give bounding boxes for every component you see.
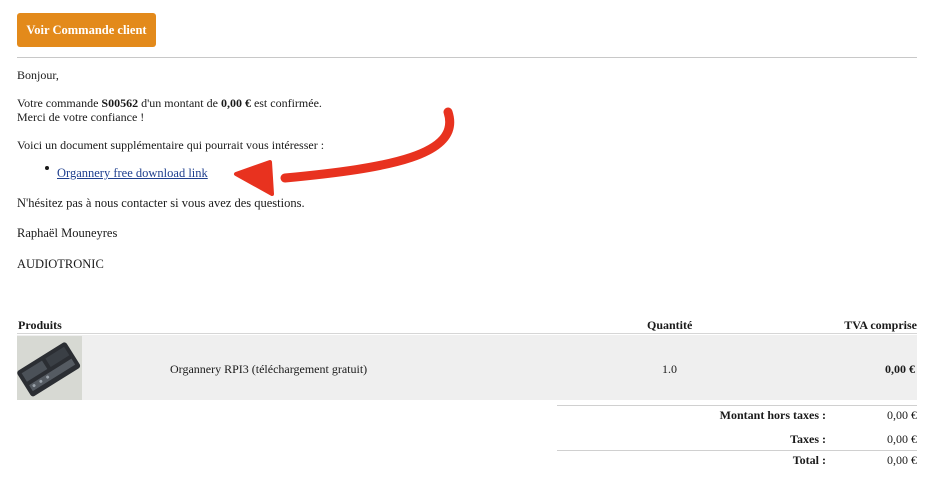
download-link[interactable]: Organnery free download link (57, 166, 208, 181)
product-name: Organnery RPI3 (téléchargement gratuit) (170, 362, 368, 376)
view-order-button[interactable]: Voir Commande client (17, 13, 156, 47)
totals-divider (557, 405, 917, 406)
device-thumbnail-icon (17, 336, 82, 400)
table-row: Organnery RPI3 (téléchargement gratuit) … (17, 335, 917, 400)
taxes-label: Taxes : (790, 432, 826, 446)
taxes-value: 0,00 € (887, 432, 917, 446)
total-divider (557, 450, 917, 451)
header-divider (17, 57, 917, 58)
contact-text: N'hésitez pas à nous contacter si vous a… (17, 196, 305, 210)
total-label: Total : (792, 453, 826, 467)
untaxed-label: Montant hors taxes : (719, 408, 826, 422)
thanks-text: Merci de votre confiance ! (17, 110, 145, 124)
column-header-quantity: Quantité (647, 318, 693, 332)
signature-company: AUDIOTRONIC (17, 257, 104, 271)
list-bullet (45, 166, 49, 170)
table-header-divider (17, 333, 917, 334)
signature-name: Raphaël Mouneyres (17, 226, 118, 240)
total-value: 0,00 € (887, 453, 917, 467)
red-arrow-icon (234, 107, 455, 196)
order-text-mid: d'un montant de (138, 96, 221, 110)
column-header-products: Produits (18, 318, 62, 332)
column-header-tax: TVA comprise (844, 318, 917, 332)
product-quantity: 1.0 (662, 362, 677, 376)
greeting: Bonjour, (17, 68, 59, 82)
product-price: 0,00 € (885, 362, 915, 376)
order-number: S00562 (101, 96, 139, 110)
untaxed-value: 0,00 € (887, 408, 917, 422)
order-text-prefix: Votre commande (17, 96, 102, 110)
